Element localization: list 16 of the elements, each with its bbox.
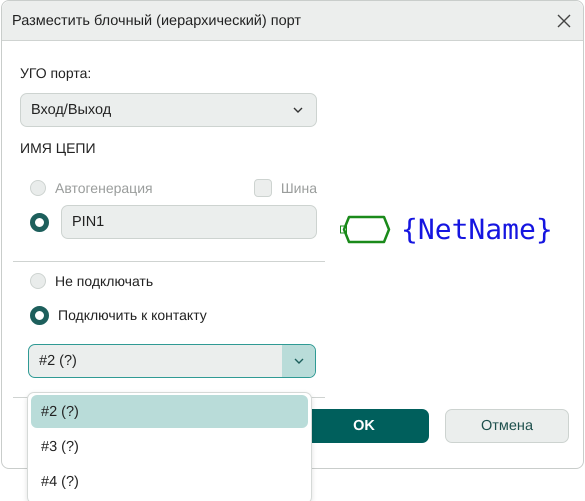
net-name-heading: ИМЯ ЦЕПИ — [20, 140, 96, 156]
net-name-field[interactable]: PIN1 — [61, 205, 317, 239]
dropdown-item[interactable]: #2 (?) — [31, 395, 308, 428]
pin-dropdown[interactable]: #2 (?) — [28, 344, 316, 378]
cancel-button[interactable]: Отмена — [445, 409, 569, 443]
manual-name-radio[interactable] — [30, 212, 49, 232]
net-name-preview: {NetName} — [401, 216, 553, 244]
chevron-icon — [292, 357, 304, 365]
connection-radio[interactable]: Не подключать — [28, 264, 316, 298]
close-icon[interactable] — [557, 14, 571, 28]
port-symbol-dropdown[interactable]: Вход/Выход — [20, 93, 317, 127]
window-title: Разместить блочный (иерархический) порт — [12, 12, 302, 28]
dropdown-item[interactable]: #4 (?) — [31, 465, 308, 498]
chevron-icon — [292, 106, 304, 114]
connection-radio[interactable]: Подключить к контакту — [28, 298, 316, 332]
port-symbol-label: УГО порта: — [20, 65, 92, 81]
